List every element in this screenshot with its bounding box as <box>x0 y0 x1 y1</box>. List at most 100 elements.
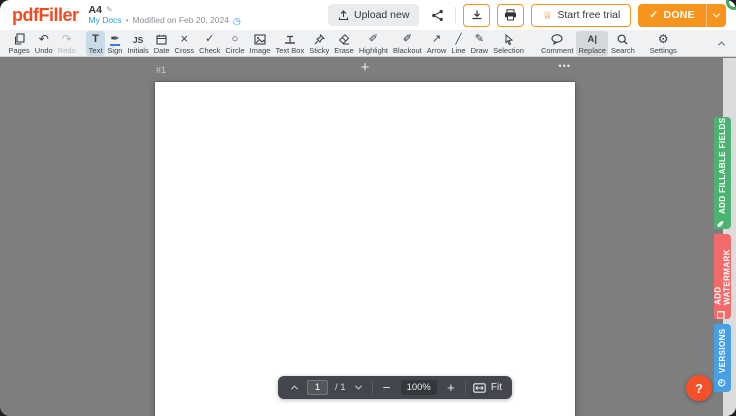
chevron-down-icon <box>355 383 362 390</box>
download-icon <box>471 9 483 21</box>
document-canvas: #1 + ••• ✎ ADD FILLABLE FIELDS ❑ ADD WAT… <box>0 58 736 416</box>
history-clock-icon[interactable]: ◷ <box>233 16 241 26</box>
document-title-block: A4 ✎ My Docs • Modified on Feb 20, 2024 … <box>89 4 241 26</box>
tool-textbox[interactable]: Text Box <box>273 31 307 56</box>
tool-arrow[interactable]: Arrow <box>424 31 449 56</box>
fillable-fields-icon: ✎ <box>717 218 727 228</box>
tool-label: Sign <box>107 46 122 55</box>
page-navigation-bar: / 1 − 100% + Fit <box>278 376 512 399</box>
done-label: DONE <box>663 9 695 21</box>
tool-settings[interactable]: Settings <box>647 31 679 56</box>
side-panel-tabs: ✎ ADD FILLABLE FIELDS ❑ ADD WATERMARK ◷ … <box>714 117 731 392</box>
versions-clock-icon: ◷ <box>717 377 727 387</box>
tool-draw[interactable]: Draw <box>468 31 491 56</box>
done-button[interactable]: ✓ DONE <box>638 4 706 27</box>
print-button[interactable] <box>497 4 524 27</box>
tool-date[interactable]: Date <box>151 31 172 56</box>
zoom-in-button[interactable]: + <box>444 381 458 394</box>
next-page-button[interactable] <box>353 382 365 394</box>
tool-label: Initials <box>127 46 148 55</box>
tool-label: Undo <box>35 46 53 55</box>
previous-page-button[interactable] <box>288 382 300 394</box>
watermark-icon: ❑ <box>717 309 727 319</box>
tool-undo[interactable]: Undo <box>32 31 55 56</box>
circle-icon <box>232 32 239 45</box>
versions-tab[interactable]: ◷ VERSIONS <box>714 324 731 392</box>
tool-highlight[interactable]: Highlight <box>356 31 390 56</box>
document-title: A4 <box>89 4 102 16</box>
tool-label: Arrow <box>427 46 447 55</box>
check-icon <box>205 32 214 45</box>
tool-cross[interactable]: Cross <box>172 31 197 56</box>
add-fillable-fields-tab[interactable]: ✎ ADD FILLABLE FIELDS <box>714 117 731 229</box>
download-button[interactable] <box>463 4 490 27</box>
tab-label: ADD WATERMARK <box>714 234 732 305</box>
edit-title-icon[interactable]: ✎ <box>106 5 113 14</box>
sign-icon <box>110 32 119 45</box>
fit-label: Fit <box>491 382 502 393</box>
sticky-pin-icon <box>314 32 325 45</box>
tool-pages[interactable]: Pages <box>6 31 32 56</box>
selection-cursor-icon <box>504 32 514 45</box>
tool-sign[interactable]: Sign <box>105 31 125 56</box>
tool-image[interactable]: Image <box>247 31 273 56</box>
tool-label: Replace <box>578 46 606 55</box>
settings-gear-icon <box>658 32 669 45</box>
tool-circle[interactable]: Circle <box>223 31 247 56</box>
zoom-out-button[interactable]: − <box>380 381 394 394</box>
page-header-row: #1 + ••• <box>155 63 575 79</box>
share-button[interactable] <box>426 4 448 26</box>
tool-search[interactable]: Search <box>608 31 637 56</box>
upload-new-button[interactable]: Upload new <box>328 4 419 26</box>
tool-line[interactable]: Line <box>449 31 468 56</box>
done-button-group: ✓ DONE <box>638 4 726 27</box>
tool-replace[interactable]: Replace <box>576 31 609 56</box>
share-icon <box>431 9 444 22</box>
pdffiller-window: pdfFiller A4 ✎ My Docs • Modified on Feb… <box>0 0 736 416</box>
tool-label: Sticky <box>309 46 329 55</box>
tool-comment[interactable]: Comment <box>538 31 576 56</box>
page-number-label: #1 <box>156 65 166 75</box>
draw-pencil-icon <box>475 32 484 45</box>
breadcrumb-my-docs[interactable]: My Docs <box>89 16 122 26</box>
tool-sticky[interactable]: Sticky <box>307 31 332 56</box>
page-number-input[interactable] <box>307 380 328 395</box>
tool-label: Cross <box>175 46 195 55</box>
bottom-bar-divider <box>465 381 466 394</box>
add-watermark-tab[interactable]: ❑ ADD WATERMARK <box>714 234 731 319</box>
fit-button[interactable]: Fit <box>473 382 502 393</box>
pages-icon <box>14 32 25 45</box>
done-dropdown-button[interactable] <box>706 4 726 27</box>
upload-new-label: Upload new <box>354 9 409 21</box>
document-page[interactable] <box>155 82 575 416</box>
tool-label: Settings <box>650 46 677 55</box>
tool-initials[interactable]: Initials <box>125 31 151 56</box>
tool-label: Search <box>611 46 635 55</box>
page-options-button[interactable]: ••• <box>559 62 571 71</box>
tool-redo[interactable]: Redo <box>55 31 78 56</box>
undo-icon <box>39 32 49 45</box>
comment-icon <box>551 32 563 45</box>
chevron-up-icon <box>717 41 724 48</box>
help-button[interactable]: ? <box>686 375 712 401</box>
tool-check[interactable]: Check <box>197 31 223 56</box>
tool-blackout[interactable]: Blackout <box>391 31 425 56</box>
tool-selection[interactable]: Selection <box>491 31 527 56</box>
search-icon <box>617 32 628 45</box>
highlight-icon <box>369 32 378 45</box>
image-icon <box>254 32 266 45</box>
start-free-trial-button[interactable]: ♕ Start free trial <box>531 4 631 27</box>
tool-label: Redo <box>58 46 76 55</box>
add-page-button[interactable]: + <box>361 60 370 75</box>
tool-label: Image <box>250 46 271 55</box>
header-actions: Upload new ♕ Start free trial <box>328 4 726 27</box>
blackout-icon <box>403 32 412 45</box>
collapse-toolbar-button[interactable] <box>712 34 730 52</box>
modified-date: Modified on Feb 20, 2024 <box>133 16 229 26</box>
tool-label: Text Box <box>275 46 304 55</box>
tab-label: VERSIONS <box>718 329 727 374</box>
chevron-up-icon <box>290 385 297 392</box>
page-total-label: / 1 <box>335 382 346 393</box>
tool-erase[interactable]: Erase <box>332 31 357 56</box>
tool-text[interactable]: Text <box>86 31 105 56</box>
